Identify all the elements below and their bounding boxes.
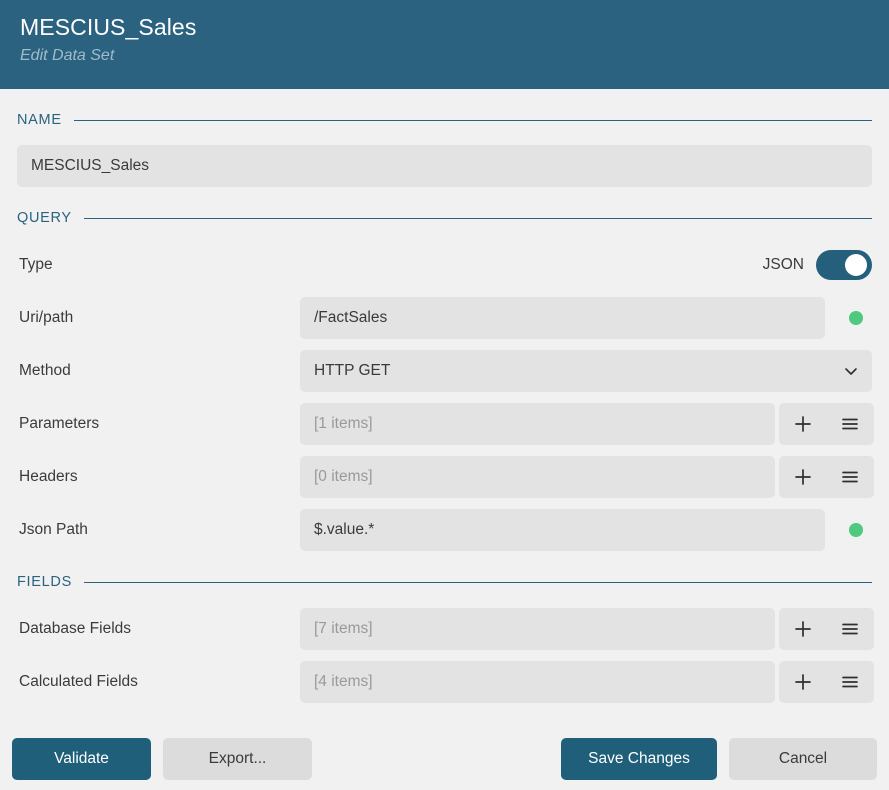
headers-control: [0 items]	[300, 456, 874, 498]
parameters-menu-button[interactable]	[827, 403, 875, 445]
label-type: Type	[19, 256, 53, 273]
uri-path-control: /FactSales	[300, 297, 872, 339]
json-path-input[interactable]: $.value.*	[300, 509, 825, 551]
uri-status-indicator-icon	[849, 311, 863, 325]
json-path-status-indicator-icon	[849, 523, 863, 537]
calculated-fields-add-button[interactable]	[779, 661, 827, 703]
json-path-control: $.value.*	[300, 509, 872, 551]
calculated-fields-control: [4 items]	[300, 661, 874, 703]
database-fields-button-group	[779, 608, 874, 650]
database-fields-control: [7 items]	[300, 608, 874, 650]
parameters-input[interactable]: [1 items]	[300, 403, 775, 445]
row-parameters: Parameters [1 items]	[17, 403, 874, 445]
export-button[interactable]: Export...	[163, 738, 312, 780]
cancel-button[interactable]: Cancel	[729, 738, 877, 780]
section-rule	[83, 581, 872, 583]
toggle-label-json: JSON	[762, 256, 804, 273]
dialog-body: NAME MESCIUS_Sales QUERY Type JSON Uri/p…	[0, 89, 889, 728]
calculated-fields-menu-button[interactable]	[827, 661, 875, 703]
row-type: Type JSON	[17, 244, 872, 286]
database-fields-input[interactable]: [7 items]	[300, 608, 775, 650]
json-toggle[interactable]	[816, 250, 872, 280]
row-calculated-fields: Calculated Fields [4 items]	[17, 661, 874, 703]
section-label-query: QUERY	[17, 210, 72, 226]
headers-add-button[interactable]	[779, 456, 827, 498]
database-fields-menu-button[interactable]	[827, 608, 875, 650]
dialog-header: MESCIUS_Sales Edit Data Set	[0, 0, 889, 89]
method-select-value: HTTP GET	[314, 362, 391, 379]
method-control: HTTP GET	[300, 350, 872, 392]
label-uri-path: Uri/path	[19, 309, 74, 326]
section-header-fields: FIELDS	[17, 567, 872, 597]
section-rule	[73, 119, 872, 121]
validate-button[interactable]: Validate	[12, 738, 151, 780]
section-rule	[83, 217, 872, 219]
headers-button-group	[779, 456, 874, 498]
toggle-knob	[845, 254, 867, 276]
headers-input[interactable]: [0 items]	[300, 456, 775, 498]
page-title: MESCIUS_Sales	[20, 14, 197, 40]
parameters-add-button[interactable]	[779, 403, 827, 445]
row-headers: Headers [0 items]	[17, 456, 874, 498]
section-header-query: QUERY	[17, 203, 872, 233]
label-headers: Headers	[19, 468, 78, 485]
label-database-fields: Database Fields	[19, 620, 132, 637]
section-header-name: NAME	[17, 105, 872, 135]
database-fields-add-button[interactable]	[779, 608, 827, 650]
label-method: Method	[19, 362, 71, 379]
section-label-fields: FIELDS	[17, 574, 72, 590]
dialog-footer: Validate Export... Save Changes Cancel	[0, 728, 889, 790]
headers-menu-button[interactable]	[827, 456, 875, 498]
label-json-path: Json Path	[19, 521, 88, 538]
calculated-fields-input[interactable]: [4 items]	[300, 661, 775, 703]
type-toggle-wrap: JSON	[300, 250, 872, 280]
label-parameters: Parameters	[19, 415, 100, 432]
save-changes-button[interactable]: Save Changes	[561, 738, 717, 780]
uri-path-input[interactable]: /FactSales	[300, 297, 825, 339]
page-subtitle: Edit Data Set	[20, 47, 115, 64]
calculated-fields-button-group	[779, 661, 874, 703]
parameters-control: [1 items]	[300, 403, 874, 445]
label-calculated-fields: Calculated Fields	[19, 673, 138, 690]
row-uri-path: Uri/path /FactSales	[17, 297, 872, 339]
row-database-fields: Database Fields [7 items]	[17, 608, 874, 650]
parameters-button-group	[779, 403, 874, 445]
type-control: JSON	[300, 244, 872, 286]
method-select[interactable]: HTTP GET	[300, 350, 872, 392]
row-json-path: Json Path $.value.*	[17, 509, 872, 551]
chevron-down-icon	[844, 364, 858, 378]
name-input[interactable]: MESCIUS_Sales	[17, 145, 872, 187]
section-label-name: NAME	[17, 112, 62, 128]
row-method: Method HTTP GET	[17, 350, 872, 392]
